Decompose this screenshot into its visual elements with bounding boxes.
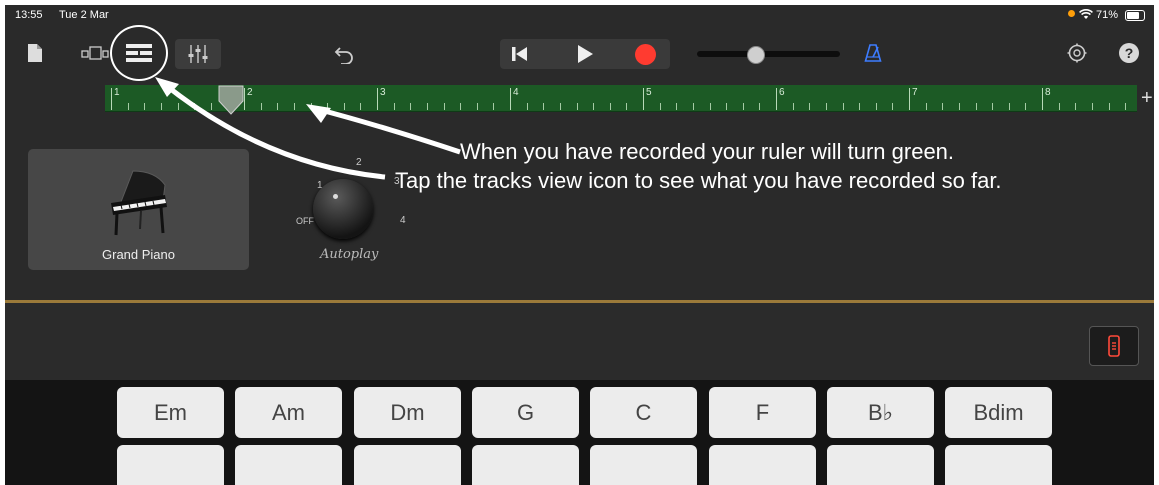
chord-button[interactable]: F [709,387,816,438]
chord-strip-lower[interactable] [235,445,342,485]
chord-button[interactable]: C [590,387,697,438]
chord-button[interactable]: G [472,387,579,438]
annotation-line-1: When you have recorded your ruler will t… [460,139,955,164]
chord-button[interactable]: Am [235,387,342,438]
chord-button[interactable]: Dm [354,387,461,438]
controls-strip [5,303,1154,380]
chord-strip-lower[interactable] [354,445,461,485]
annotation-line-2: Tap the tracks view icon to see what you… [395,168,1002,193]
chord-button[interactable]: Em [117,387,224,438]
chord-strip-lower[interactable] [590,445,697,485]
controller-icon[interactable] [1089,326,1139,366]
chord-strip-lower[interactable] [117,445,224,485]
chord-button[interactable]: B♭ [827,387,934,438]
chord-strip-lower[interactable] [472,445,579,485]
chord-strip-lower[interactable] [945,445,1052,485]
chord-strip-lower[interactable] [709,445,816,485]
chord-button[interactable]: Bdim [945,387,1052,438]
garageband-screen: 13:55 Tue 2 Mar 71% ? 1 2 3 4 5 6 7 8 + … [5,5,1154,485]
chord-strip-lower[interactable] [827,445,934,485]
chord-strips: Em Am Dm G C F B♭ Bdim [5,380,1154,485]
